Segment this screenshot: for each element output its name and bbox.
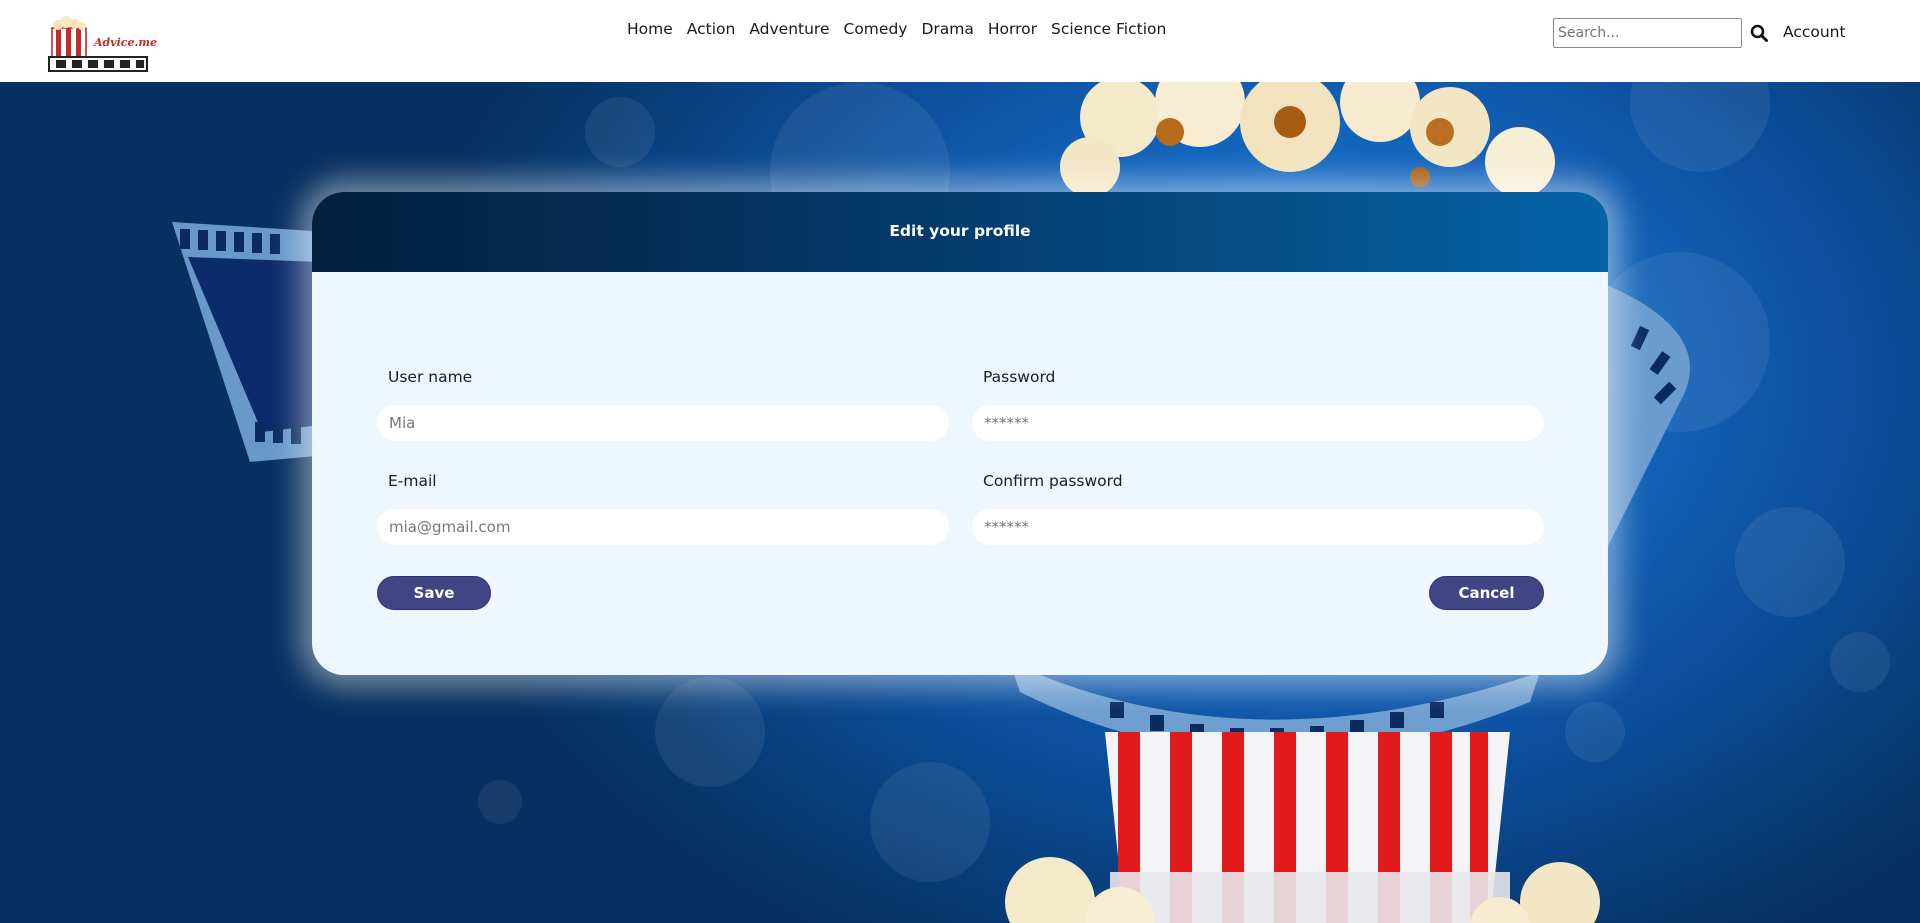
password-label: Password: [983, 368, 1056, 386]
save-button[interactable]: Save: [377, 576, 491, 610]
password-field[interactable]: [972, 405, 1544, 441]
nav-link-drama[interactable]: Drama: [921, 20, 973, 38]
email-label: E-mail: [388, 472, 437, 490]
nav-link-home[interactable]: Home: [627, 20, 673, 38]
nav-link-adventure[interactable]: Adventure: [749, 20, 829, 38]
nav-link-action[interactable]: Action: [687, 20, 736, 38]
account-link[interactable]: Account: [1783, 23, 1846, 41]
nav-link-horror[interactable]: Horror: [988, 20, 1037, 38]
cancel-button[interactable]: Cancel: [1429, 576, 1544, 610]
page-title: Edit your profile: [889, 222, 1031, 240]
confirm-password-label: Confirm password: [983, 472, 1123, 490]
top-navbar: Advice.me Home Action Adventure Comedy D…: [0, 0, 1920, 82]
popcorn-top: [1060, 82, 1555, 197]
main-nav: Home Action Adventure Comedy Drama Horro…: [627, 20, 1180, 38]
nav-link-science-fiction[interactable]: Science Fiction: [1051, 20, 1166, 38]
edit-profile-card: Edit your profile User name Password E-m…: [312, 192, 1608, 675]
site-logo[interactable]: Advice.me: [48, 16, 157, 76]
nav-link-comedy[interactable]: Comedy: [844, 20, 908, 38]
search-input[interactable]: [1553, 18, 1742, 48]
popcorn-bucket: [1105, 732, 1510, 923]
logo-text: Advice.me: [94, 36, 157, 49]
search-icon[interactable]: [1750, 24, 1770, 44]
card-header: Edit your profile: [312, 192, 1608, 272]
confirm-password-field[interactable]: [972, 509, 1544, 545]
username-label: User name: [388, 368, 473, 386]
username-field[interactable]: [377, 405, 949, 441]
email-field[interactable]: [377, 509, 949, 545]
